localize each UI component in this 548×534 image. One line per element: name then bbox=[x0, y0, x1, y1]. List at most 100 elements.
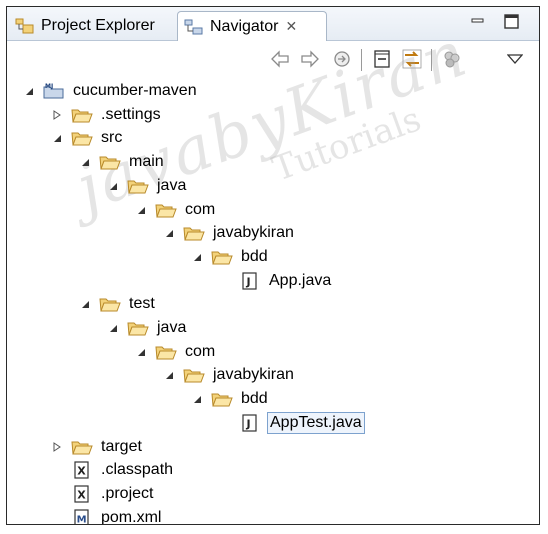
toolbar-separator bbox=[431, 49, 432, 71]
tree-item[interactable]: javabykiran bbox=[163, 222, 296, 244]
tree-item-label: target bbox=[101, 437, 142, 455]
tree-item[interactable]: javabykiran bbox=[163, 364, 296, 386]
tree-spacer bbox=[219, 417, 231, 429]
tree-item-label: pom.xml bbox=[101, 508, 162, 525]
tree-spacer bbox=[51, 512, 63, 524]
forward-arrow-icon[interactable] bbox=[299, 48, 321, 70]
tree-item-label: bdd bbox=[241, 390, 268, 408]
navigator-view: Project Explorer Navigator ✕ javabyKiran… bbox=[6, 6, 540, 525]
tree-item[interactable]: main bbox=[79, 151, 166, 173]
minimize-icon[interactable] bbox=[469, 13, 487, 31]
xml-file-icon: X bbox=[74, 485, 89, 503]
svg-text:X: X bbox=[77, 465, 86, 478]
expanded-arrow-icon[interactable] bbox=[79, 298, 91, 310]
tree-item[interactable]: src bbox=[51, 127, 124, 149]
tree-item[interactable]: Mpom.xml bbox=[51, 507, 163, 525]
toolbar-separator bbox=[361, 49, 362, 71]
filters-icon[interactable] bbox=[441, 48, 463, 70]
tree-item-label: com bbox=[185, 200, 216, 218]
tree-item[interactable]: .settings bbox=[51, 104, 163, 126]
go-into-icon[interactable] bbox=[331, 48, 353, 70]
tree-item-label: java bbox=[157, 176, 187, 194]
tab-navigator[interactable]: Navigator ✕ bbox=[177, 11, 327, 41]
java-file-icon: J bbox=[242, 414, 257, 432]
svg-text:J: J bbox=[246, 417, 251, 430]
folder-open-icon bbox=[183, 227, 205, 241]
tree-spacer bbox=[51, 464, 63, 476]
expanded-arrow-icon[interactable] bbox=[107, 322, 119, 334]
tree-item[interactable]: com bbox=[135, 199, 217, 221]
link-with-editor-icon[interactable] bbox=[401, 48, 423, 70]
expanded-arrow-icon[interactable] bbox=[107, 180, 119, 192]
folder-open-icon bbox=[71, 109, 93, 123]
maximize-icon[interactable] bbox=[503, 13, 521, 31]
tab-navigator-label: Navigator bbox=[210, 17, 279, 35]
expanded-arrow-icon[interactable] bbox=[23, 85, 35, 97]
tree-item-label: test bbox=[129, 295, 155, 313]
tree-item-label: .settings bbox=[101, 105, 161, 123]
tab-project-explorer[interactable]: Project Explorer bbox=[9, 11, 175, 40]
expanded-arrow-icon[interactable] bbox=[163, 227, 175, 239]
folder-open-icon bbox=[127, 180, 149, 194]
tree-item-label: AppTest.java bbox=[267, 411, 365, 434]
expanded-arrow-icon[interactable] bbox=[191, 393, 203, 405]
svg-text:X: X bbox=[77, 488, 86, 501]
close-tab-icon[interactable]: ✕ bbox=[285, 18, 297, 35]
expanded-arrow-icon[interactable] bbox=[79, 156, 91, 168]
tree-item-label: cucumber-maven bbox=[73, 82, 197, 99]
svg-text:M: M bbox=[77, 514, 87, 525]
folder-open-icon bbox=[127, 322, 149, 336]
maven-project-icon: M J bbox=[43, 83, 64, 99]
expanded-arrow-icon[interactable] bbox=[191, 251, 203, 263]
java-file-icon: J bbox=[242, 271, 257, 290]
tab-project-explorer-label: Project Explorer bbox=[41, 16, 155, 34]
folder-open-icon bbox=[99, 298, 121, 312]
folder-open-icon bbox=[71, 132, 93, 146]
tree-item[interactable]: bdd bbox=[191, 388, 270, 410]
navigator-icon bbox=[184, 19, 203, 34]
tree-spacer bbox=[51, 488, 63, 500]
tree-item[interactable]: J AppTest.java bbox=[219, 411, 365, 434]
view-tab-bar: Project Explorer Navigator ✕ bbox=[7, 7, 539, 41]
folder-open-icon bbox=[155, 204, 177, 217]
tree-item[interactable]: J App.java bbox=[219, 270, 333, 292]
folder-open-icon bbox=[183, 369, 205, 383]
expanded-arrow-icon[interactable] bbox=[135, 346, 147, 358]
collapsed-arrow-icon[interactable] bbox=[51, 109, 63, 121]
xml-file-icon: X bbox=[74, 461, 89, 479]
watermark-line2: Tutorials bbox=[267, 99, 427, 190]
project-explorer-icon bbox=[15, 18, 34, 33]
expanded-arrow-icon[interactable] bbox=[51, 132, 63, 144]
tree-item[interactable]: java bbox=[107, 175, 188, 197]
tree-spacer bbox=[219, 275, 231, 287]
folder-open-icon bbox=[155, 346, 177, 360]
expanded-arrow-icon[interactable] bbox=[163, 369, 175, 381]
tree-item[interactable]: M J cucumber-maven bbox=[23, 80, 199, 102]
tree-item[interactable]: com bbox=[135, 341, 217, 363]
tree-item[interactable]: bdd bbox=[191, 246, 270, 268]
folder-open-icon bbox=[99, 156, 121, 170]
svg-text:J: J bbox=[246, 275, 251, 288]
folder-open-icon bbox=[211, 251, 233, 265]
tree-item-label: javabykiran bbox=[213, 224, 294, 242]
tree-item-label: src bbox=[101, 129, 123, 147]
tree-item[interactable]: X .classpath bbox=[51, 459, 175, 481]
view-toolbar bbox=[7, 41, 539, 77]
tree-item[interactable]: test bbox=[79, 293, 157, 315]
tree-item-label: java bbox=[157, 319, 187, 336]
back-arrow-icon[interactable] bbox=[269, 48, 291, 70]
view-menu-icon[interactable] bbox=[507, 53, 523, 65]
tree-item-label: bdd bbox=[241, 247, 268, 265]
svg-text:J: J bbox=[50, 83, 53, 90]
collapsed-arrow-icon[interactable] bbox=[51, 441, 63, 453]
tree-item[interactable]: java bbox=[107, 317, 188, 339]
expanded-arrow-icon[interactable] bbox=[135, 204, 147, 216]
tree-item-label: App.java bbox=[269, 271, 332, 289]
collapse-all-icon[interactable] bbox=[371, 48, 393, 70]
tree-item[interactable]: target bbox=[51, 436, 144, 458]
tree-item-label: com bbox=[185, 342, 216, 360]
tree-item[interactable]: X .project bbox=[51, 483, 155, 505]
tree-item-label: main bbox=[129, 153, 164, 171]
folder-open-icon bbox=[211, 393, 233, 407]
maven-file-icon: M bbox=[74, 508, 89, 525]
